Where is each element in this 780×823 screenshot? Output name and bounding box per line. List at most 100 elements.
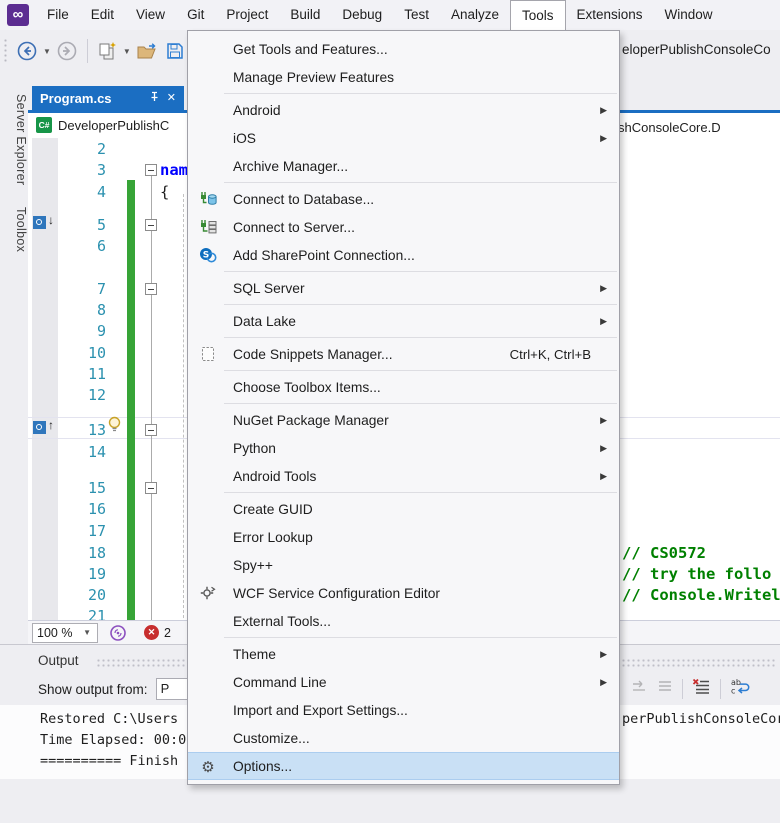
menu-item-nuget-package-manager[interactable]: NuGet Package Manager ▶ [188, 406, 619, 434]
csharp-file-icon: C# [36, 117, 52, 133]
project-dropdown[interactable]: C# DeveloperPublishC [36, 117, 169, 133]
type-dropdown[interactable]: shConsoleCore.D [618, 120, 721, 135]
menu-item-command-line[interactable]: Command Line ▶ [188, 668, 619, 696]
menu-item-data-lake[interactable]: Data Lake ▶ [188, 307, 619, 335]
menu-item-external-tools[interactable]: External Tools... [188, 607, 619, 635]
menu-item-label: Connect to Database... [233, 191, 375, 207]
line-number-14: 14 [87, 443, 106, 461]
collapse-region-toggle[interactable] [145, 164, 157, 176]
zoom-level-value: 100 % [37, 625, 73, 640]
quick-actions-lightbulb-icon[interactable] [107, 416, 122, 438]
new-item-dropdown[interactable]: ▼ [121, 47, 133, 56]
menu-separator [224, 370, 617, 371]
menubar-item-file[interactable]: File [36, 0, 80, 30]
type-dropdown-text: shConsoleCore.D [618, 120, 721, 135]
error-count: 2 [164, 625, 171, 640]
menu-item-theme[interactable]: Theme ▶ [188, 640, 619, 668]
menu-item-connect-to-database[interactable]: Connect to Database... [188, 185, 619, 213]
menu-item-sql-server[interactable]: SQL Server ▶ [188, 274, 619, 302]
collapse-region-toggle[interactable] [145, 482, 157, 494]
menubar-item-git[interactable]: Git [176, 0, 215, 30]
menu-item-code-snippets-manager[interactable]: Code Snippets Manager... Ctrl+K, Ctrl+B [188, 340, 619, 368]
back-history-dropdown[interactable]: ▼ [41, 47, 53, 56]
zoom-level-dropdown[interactable]: 100 % ▼ [32, 622, 98, 643]
startup-project-combo[interactable]: eloperPublishConsoleCo [622, 42, 771, 57]
menu-item-label: Error Lookup [233, 529, 313, 545]
line-number-7: 7 [96, 280, 106, 298]
collapse-region-toggle[interactable] [145, 424, 157, 436]
menubar-item-edit[interactable]: Edit [80, 0, 125, 30]
gear-icon: ⚙ [201, 758, 215, 776]
menu-item-error-lookup[interactable]: Error Lookup [188, 523, 619, 551]
save-button[interactable] [162, 36, 188, 66]
tool-tab-server-explorer[interactable]: Server Explorer [0, 86, 28, 185]
clear-all-output-icon[interactable] [692, 678, 711, 699]
menu-item-connect-to-server[interactable]: Connect to Server... [188, 213, 619, 241]
output-source-value: P [160, 681, 170, 696]
menu-item-android[interactable]: Android ▶ [188, 96, 619, 124]
menu-item-label: Customize... [233, 730, 310, 746]
line-number-19: 19 [87, 565, 106, 583]
menubar-item-analyze[interactable]: Analyze [440, 0, 510, 30]
menu-item-wcf-service-configuration-editor[interactable]: WCF Service Configuration Editor [188, 579, 619, 607]
collapse-region-toggle[interactable] [145, 219, 157, 231]
intellicode-icon[interactable] [106, 618, 130, 648]
line-number-16: 16 [87, 500, 106, 518]
submenu-arrow-icon: ▶ [600, 282, 607, 293]
menubar-item-tools[interactable]: Tools [509, 0, 566, 30]
gutter-marker-down-icon[interactable]: ↓ [33, 213, 59, 230]
gutter-marker-up-icon[interactable]: ↑ [33, 418, 59, 435]
tool-tab-toolbox[interactable]: Toolbox [0, 199, 28, 252]
line-number-10: 10 [87, 344, 106, 362]
menu-item-python[interactable]: Python ▶ [188, 434, 619, 462]
menu-item-archive-manager[interactable]: Archive Manager... [188, 152, 619, 180]
menubar-item-test[interactable]: Test [393, 0, 440, 30]
toolbar-separator [720, 678, 721, 699]
menubar-item-build[interactable]: Build [279, 0, 331, 30]
menu-item-spy[interactable]: Spy++ [188, 551, 619, 579]
output-line-right-fragment: perPublishConsoleCor [622, 711, 780, 727]
forward-arrow-icon [57, 41, 77, 61]
close-tab-icon[interactable]: ✕ [167, 92, 176, 104]
menu-item-manage-preview-features[interactable]: Manage Preview Features [188, 63, 619, 91]
indent-guide [183, 194, 184, 618]
menu-item-android-tools[interactable]: Android Tools ▶ [188, 462, 619, 490]
menu-item-add-sharepoint-connection[interactable]: S Add SharePoint Connection... [188, 241, 619, 269]
error-count-indicator[interactable]: ✕ 2 [144, 625, 171, 640]
open-file-button[interactable] [133, 36, 162, 66]
menu-item-shortcut: Ctrl+K, Ctrl+B [509, 346, 591, 362]
menu-item-label: Spy++ [233, 557, 273, 573]
line-number-21: 21 [87, 607, 106, 620]
menu-item-get-tools-and-features[interactable]: Get Tools and Features... [188, 35, 619, 63]
menu-separator [224, 304, 617, 305]
menu-separator [224, 337, 617, 338]
menu-item-import-and-export-settings[interactable]: Import and Export Settings... [188, 696, 619, 724]
menu-item-ios[interactable]: iOS ▶ [188, 124, 619, 152]
menubar-item-view[interactable]: View [125, 0, 176, 30]
pin-tab-icon[interactable] [149, 91, 160, 105]
menu-separator [224, 403, 617, 404]
menu-item-label: Android Tools [233, 468, 317, 484]
navigate-forward-button[interactable] [53, 36, 81, 66]
menubar-item-window[interactable]: Window [654, 0, 724, 30]
menu-item-options[interactable]: ⚙ Options... [188, 752, 619, 780]
saved-changes-tracking-bar [127, 180, 135, 620]
menubar-item-project[interactable]: Project [215, 0, 279, 30]
toolbar-grip-handle[interactable] [3, 38, 8, 64]
line-number-13: 13 [87, 421, 106, 439]
menu-item-choose-toolbox-items[interactable]: Choose Toolbox Items... [188, 373, 619, 401]
menubar-item-debug[interactable]: Debug [331, 0, 393, 30]
next-message-icon[interactable] [631, 679, 647, 698]
document-tab-program-cs[interactable]: Program.cs ✕ [32, 86, 184, 110]
new-item-button[interactable] [94, 36, 121, 66]
menu-item-create-guid[interactable]: Create GUID [188, 495, 619, 523]
menu-item-label: Connect to Server... [233, 219, 355, 235]
collapse-region-toggle[interactable] [145, 283, 157, 295]
navigate-back-button[interactable] [13, 36, 41, 66]
message-lines-icon[interactable] [657, 679, 673, 698]
code-comment: // try the follo [622, 565, 772, 583]
menu-item-customize[interactable]: Customize... [188, 724, 619, 752]
word-wrap-icon[interactable]: ab c [730, 678, 751, 699]
menubar-item-extensions[interactable]: Extensions [566, 0, 654, 30]
chevron-down-icon: ▼ [83, 628, 91, 637]
